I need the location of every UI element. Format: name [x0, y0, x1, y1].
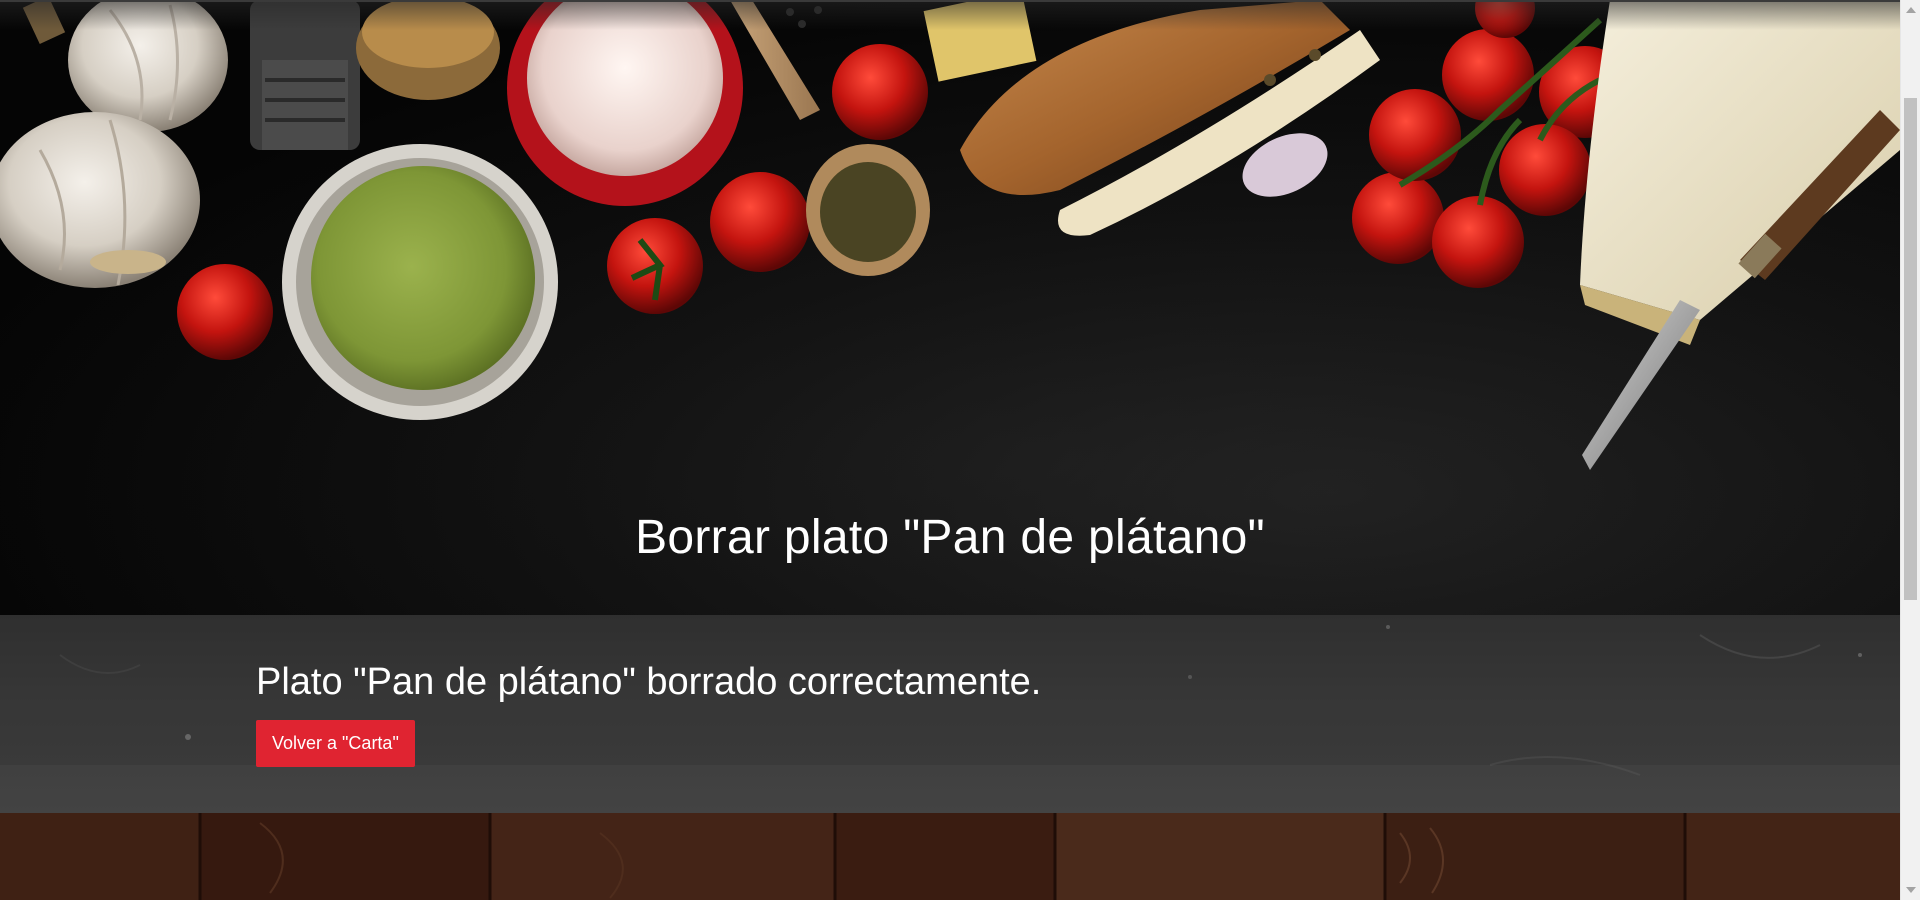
page-title: Borrar plato "Pan de plátano": [635, 511, 1265, 565]
header-strip: [0, 0, 1900, 30]
vertical-scrollbar[interactable]: [1900, 0, 1920, 900]
confirmation-content: Plato "Pan de plátano" borrado correctam…: [256, 661, 1041, 767]
wood-footer: [0, 813, 1900, 900]
scroll-down-arrow-icon[interactable]: [1906, 887, 1916, 893]
wood-texture: [0, 813, 1900, 900]
page: Borrar plato "Pan de plátano" Plato "Pan…: [0, 0, 1900, 900]
hero-banner: Borrar plato "Pan de plátano": [0, 0, 1900, 615]
success-message: Plato "Pan de plátano" borrado correctam…: [256, 661, 1042, 703]
confirmation-section: Plato "Pan de plátano" borrado correctam…: [0, 615, 1900, 813]
scroll-thumb[interactable]: [1904, 98, 1917, 600]
scroll-up-arrow-icon[interactable]: [1906, 7, 1916, 13]
back-to-menu-button[interactable]: Volver a "Carta": [256, 720, 415, 767]
